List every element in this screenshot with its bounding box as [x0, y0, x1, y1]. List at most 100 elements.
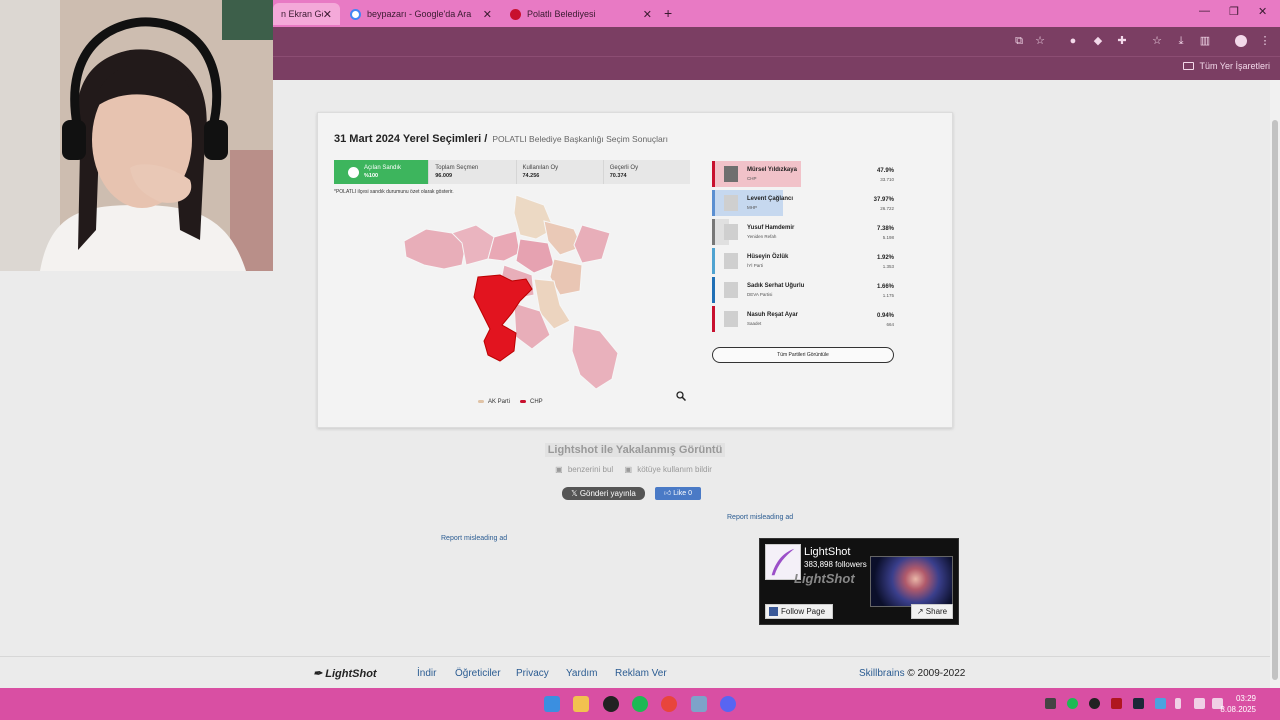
bookmark-icon[interactable]: ☆ — [1151, 35, 1163, 47]
avatar[interactable] — [1235, 35, 1247, 47]
clock-date: 8.08.2025 — [1220, 705, 1256, 714]
footer-logo[interactable]: ✒ LightShot — [313, 667, 377, 680]
obs-icon[interactable] — [603, 696, 619, 712]
tweet-button[interactable]: 𝕏 Gönderi yayınla — [562, 487, 645, 500]
fb-followers: 383,898 followers — [804, 560, 867, 569]
puzzle-icon[interactable]: ✚ — [1116, 35, 1128, 47]
restore-icon[interactable]: ❐ — [1229, 5, 1239, 18]
chrome-icon[interactable] — [661, 696, 677, 712]
network-icon[interactable] — [1194, 698, 1205, 709]
discord-tray-icon[interactable] — [1045, 698, 1056, 709]
all-parties-button: Tüm Partileri Görüntüle — [712, 347, 894, 363]
candidate-percent: 1.92% — [876, 255, 894, 261]
file-explorer-icon[interactable] — [573, 696, 589, 712]
stat-label: Açılan Sandık — [364, 165, 402, 171]
scrollbar-thumb[interactable] — [1272, 120, 1278, 680]
candidate-percent: 0.94% — [876, 313, 894, 319]
candidate-votes: 1.353 — [882, 264, 894, 269]
share-button[interactable]: ↗ Share — [911, 604, 953, 619]
window-close-icon[interactable]: ✕ — [1258, 5, 1267, 18]
stats-bar: Açılan Sandık %100 Toplam Seçmen 96.009 Ku… — [334, 160, 690, 184]
close-icon[interactable]: ✕ — [643, 8, 652, 21]
candidate-row: Yusuf Hamdemir Yeniden Refah 7.38% 5.198 — [712, 219, 894, 245]
candidate-row: Sadık Serhat Uğurlu DEVA Partisi 1.66% 1… — [712, 277, 894, 303]
microphone-icon[interactable] — [1175, 698, 1181, 709]
taskbar-clock[interactable]: 03:29 8.08.2025 — [1220, 693, 1256, 715]
legend-label: CHP — [530, 399, 543, 405]
thumbs-up-icon: 👍︎ — [664, 490, 674, 497]
lightshot-caption: Lightshot ile Yakalanmış Görüntü — [0, 443, 1270, 457]
cast-icon[interactable]: ⧉ — [1013, 35, 1025, 47]
stat-value: 70.374 — [609, 173, 627, 179]
footer-link-help[interactable]: Yardım — [566, 668, 598, 679]
app-tray-icon[interactable] — [1111, 698, 1122, 709]
close-icon[interactable]: ✕ — [483, 8, 492, 21]
spotify-icon[interactable] — [632, 696, 648, 712]
footer-link-advertise[interactable]: Reklam Ver — [615, 668, 667, 679]
candidate-row: Nasuh Reşat Ayar Saadet 0.94% 664 — [712, 306, 894, 332]
footer-copyright: Skillbrains © 2009-2022 — [859, 668, 965, 679]
candidate-percent: 7.38% — [876, 226, 894, 232]
start-icon[interactable] — [544, 696, 560, 712]
minimize-icon[interactable]: — — [1199, 5, 1210, 17]
follow-label: Follow Page — [781, 607, 826, 616]
menu-icon[interactable]: ⋮ — [1259, 35, 1271, 47]
scrollbar[interactable] — [1270, 80, 1280, 688]
tab-polatli[interactable]: Polatlı Belediyesi ✕ — [502, 3, 660, 25]
candidate-list: Mürsel Yıldızkaya CHP 47.9% 33.710 Leven… — [712, 161, 894, 335]
cover-image — [870, 556, 953, 607]
report-abuse-link[interactable]: ▣ kötüye kullanım bildir — [624, 465, 714, 474]
download-icon[interactable]: ⤓ — [1175, 35, 1187, 47]
extension-icon[interactable]: ◆ — [1092, 35, 1104, 47]
candidate-party: DEVA Partisi — [747, 292, 773, 297]
candidate-name: Yusuf Hamdemir — [747, 225, 795, 231]
avatar — [724, 253, 738, 269]
tweet-label: Gönderi yayınla — [579, 489, 636, 498]
follow-page-button[interactable]: Follow Page — [765, 604, 833, 619]
all-bookmarks[interactable]: Tüm Yer İşaretleri — [1183, 61, 1270, 71]
footer-link-download[interactable]: İndir — [417, 668, 436, 679]
close-icon[interactable]: ✕ — [323, 8, 332, 21]
report-ad-link[interactable]: Report misleading ad — [727, 514, 793, 521]
footer-logo-text: LightShot — [325, 668, 377, 680]
tab-title: Polatlı Belediyesi — [527, 9, 596, 19]
report-ad-link[interactable]: Report misleading ad — [441, 535, 507, 542]
all-bookmarks-label: Tüm Yer İşaretleri — [1199, 61, 1270, 71]
new-tab-icon[interactable]: + — [664, 5, 672, 21]
candidate-percent: 37.97% — [873, 197, 894, 203]
sidepanel-icon[interactable]: ▥ — [1199, 35, 1211, 47]
tab-google-search[interactable]: beypazarı - Google'da Ara ✕ — [342, 3, 500, 25]
like-button[interactable]: 👍︎ Like 0 — [655, 487, 701, 500]
legend-item: CHP — [520, 399, 543, 405]
footer-link-privacy[interactable]: Privacy — [516, 668, 549, 679]
footer-link-tutorials[interactable]: Öğreticiler — [455, 668, 501, 679]
extension-icon[interactable]: ● — [1067, 35, 1079, 47]
candidate-votes: 664 — [886, 322, 894, 327]
site-icon — [510, 8, 521, 20]
avatar — [724, 311, 738, 327]
steam-icon[interactable] — [1133, 698, 1144, 709]
candidate-name: Mürsel Yıldızkaya — [747, 167, 797, 173]
election-title: 31 Mart 2024 Yerel Seçimleri / POLATLI B… — [334, 133, 668, 145]
zoom-cursor-icon — [676, 391, 686, 401]
tab-lightshot[interactable]: n Ekran Görü ✕ — [273, 3, 340, 25]
google-icon — [350, 8, 361, 20]
find-similar-link[interactable]: ▣ benzerini bul — [555, 465, 616, 474]
stat-label: Geçerli Oy — [609, 165, 639, 171]
app-tray-icon[interactable] — [1155, 698, 1166, 709]
map-region — [573, 224, 611, 264]
app-icon[interactable] — [691, 696, 707, 712]
star-icon[interactable]: ☆ — [1034, 35, 1046, 47]
legend-swatch — [478, 399, 484, 403]
fb-page-name[interactable]: LightShot — [804, 546, 850, 558]
discord-icon[interactable] — [720, 696, 736, 712]
obs-tray-icon[interactable] — [1089, 698, 1100, 709]
candidate-name: Sadık Serhat Uğurlu — [747, 283, 805, 289]
company-link[interactable]: Skillbrains — [859, 668, 905, 679]
stat-valid-votes: Geçerli Oy 70.374 — [602, 160, 690, 184]
map-region — [487, 230, 521, 262]
spotify-tray-icon[interactable] — [1067, 698, 1078, 709]
legend-swatch — [520, 399, 527, 403]
x-icon: 𝕏 — [571, 489, 580, 498]
caption-text: Lightshot ile Yakalanmış Görüntü — [544, 443, 726, 457]
